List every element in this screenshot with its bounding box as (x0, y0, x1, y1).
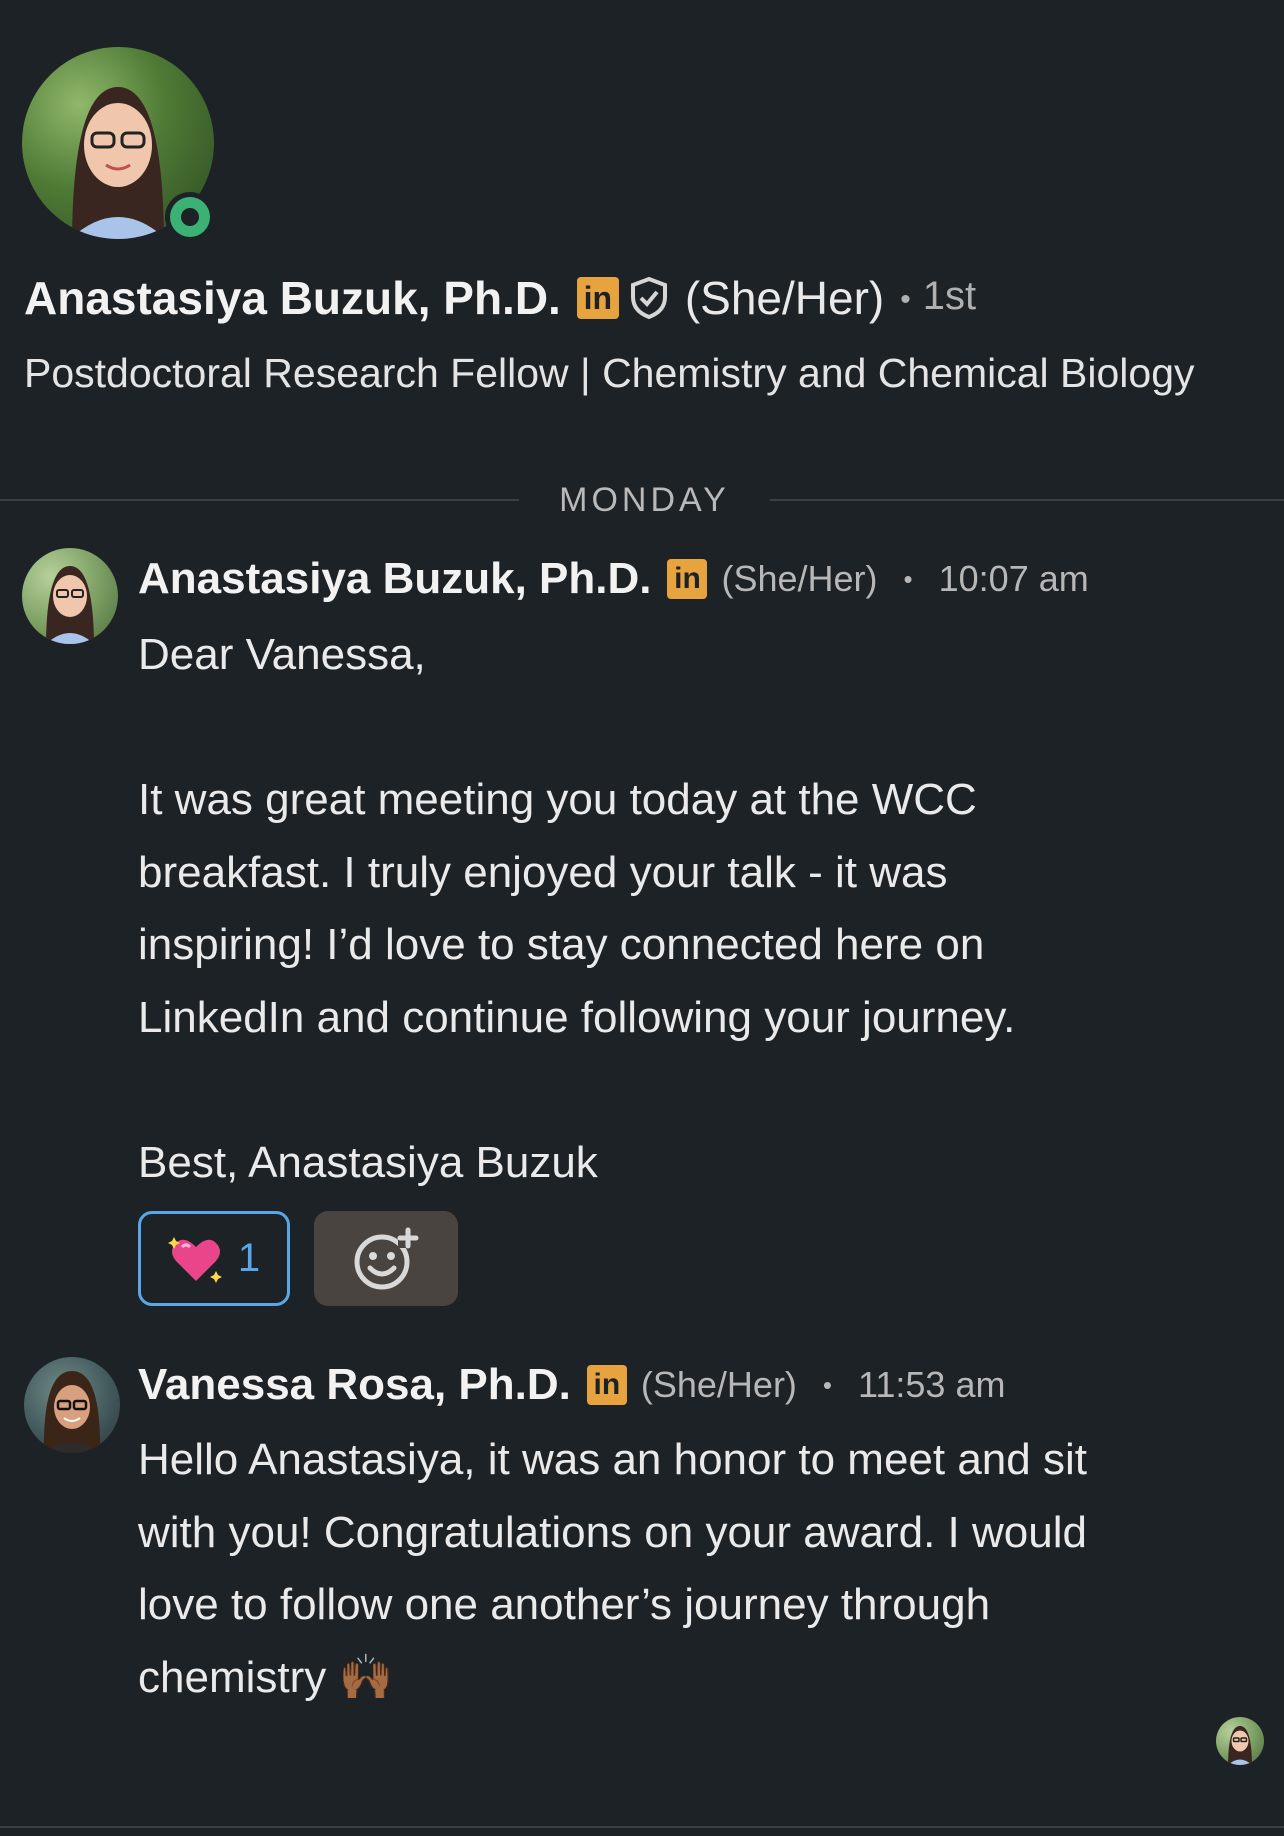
message-line: with you! Congratulations on your award.… (138, 1507, 1087, 1557)
profile-name[interactable]: Anastasiya Buzuk, Ph.D. (24, 270, 561, 326)
read-receipt-avatar (1216, 1717, 1264, 1765)
degree-separator: • (900, 283, 911, 316)
profile-headline: Postdoctoral Research Fellow | Chemistry… (24, 350, 1195, 396)
sender-pronouns: (She/Her) (640, 1364, 797, 1405)
message-line: chemistry 🙌🏾 (138, 1652, 394, 1702)
connection-degree: • 1st (900, 268, 976, 328)
linkedin-premium-icon: in (576, 277, 619, 319)
add-emoji-icon (354, 1227, 419, 1289)
sender-avatar[interactable] (24, 1357, 120, 1453)
message-header: Anastasiya Buzuk, Ph.D. in (She/Her) • 1… (138, 552, 1089, 606)
day-label: MONDAY (559, 481, 730, 519)
message-header: Vanessa Rosa, Ph.D. in (She/Her) • 11:53… (138, 1358, 1005, 1412)
message-line: LinkedIn and continue following your jou… (138, 992, 1016, 1042)
degree-label: 1st (922, 274, 977, 318)
linkedin-premium-icon: in (586, 1365, 627, 1405)
profile-name-line: Anastasiya Buzuk, Ph.D. in (She/Her) • 1s… (24, 268, 976, 328)
message-line: Dear Vanessa, (138, 630, 426, 679)
add-reaction-button[interactable] (314, 1211, 458, 1306)
sender-pronouns: (She/Her) (721, 558, 878, 599)
linkedin-premium-icon: in (667, 559, 708, 599)
header-separator: • (903, 563, 913, 594)
message-body[interactable]: Hello Anastasiya, it was an honor to mee… (138, 1424, 1258, 1714)
header-separator: • (822, 1369, 833, 1400)
message-line: Hello Anastasiya, it was an honor to mee… (138, 1435, 1087, 1484)
divider-line-right (770, 499, 1284, 501)
message-line: It was great meeting you today at the WC… (138, 775, 977, 824)
message-time: 11:53 am (858, 1364, 1006, 1405)
avatar-photo (46, 566, 94, 644)
avatar-photo (43, 1371, 101, 1453)
message-line: Best, Anastasiya Buzuk (138, 1137, 598, 1187)
online-status-icon (165, 192, 215, 242)
verified-shield-icon (629, 276, 669, 320)
conversation-screen: Anastasiya Buzuk, Ph.D. in (She/Her) • 1s… (0, 0, 1284, 1836)
sender-name[interactable]: Anastasiya Buzuk, Ph.D. (138, 552, 651, 606)
message-line: breakfast. I truly enjoyed your talk - i… (138, 847, 948, 897)
sender-name[interactable]: Vanessa Rosa, Ph.D. (138, 1358, 571, 1412)
profile-pronouns: (She/Her) (684, 272, 885, 324)
reaction-count: 1 (237, 1236, 261, 1280)
reaction-sparkling-heart[interactable]: 1 (138, 1211, 290, 1306)
bottom-divider (0, 1826, 1284, 1828)
avatar-photo (1228, 1726, 1252, 1765)
message-line: love to follow one another’s journey thr… (138, 1580, 991, 1629)
day-divider: MONDAY (0, 478, 1284, 522)
message-time: 10:07 am (938, 558, 1089, 599)
message-body[interactable]: Dear Vanessa, It was great meeting you t… (138, 619, 1258, 1199)
sender-avatar[interactable] (22, 548, 118, 644)
divider-line-left (0, 499, 519, 501)
message-line: inspiring! I’d love to stay connected he… (138, 920, 985, 969)
sparkling-heart-icon (167, 1236, 222, 1283)
